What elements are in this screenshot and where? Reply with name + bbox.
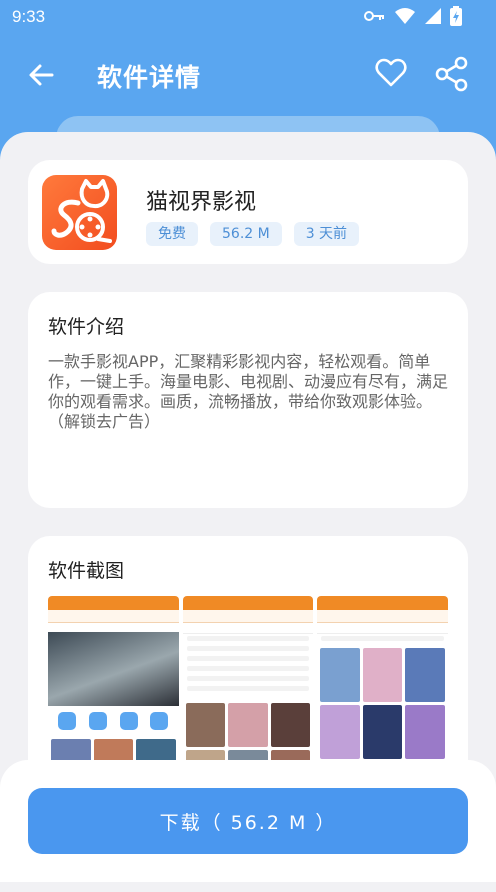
page-title: 软件详情 [97,63,202,92]
screenshot-3[interactable] [317,596,449,776]
cat-film-icon [51,179,112,243]
intro-heading: 软件介绍 [48,316,125,338]
app-info-card: 猫视界影视 免费 56.2 M 3 天前 [28,160,468,264]
battery-icon [450,6,462,26]
heart-icon[interactable] [374,56,408,90]
status-time: 9:33 [12,7,46,26]
app-tags: 免费 56.2 M 3 天前 [146,222,360,246]
intro-card: 软件介绍 一款手影视APP，汇聚精彩影视内容，轻松观看。简单作，一键上手。海量电… [28,292,468,508]
wifi-icon [395,8,415,24]
status-icons [364,6,462,26]
status-bar: 9:33 [0,0,496,34]
size-tag: 56.2 M [210,222,282,246]
toolbar: 软件详情 [0,48,496,104]
app-icon [42,175,117,250]
intro-text: 一款手影视APP，汇聚精彩影视内容，轻松观看。简单作，一键上手。海量电影、电视剧… [48,352,449,431]
app-name: 猫视界影视 [146,190,257,215]
screenshot-1[interactable] [48,596,179,776]
back-arrow-icon[interactable] [24,58,58,92]
updated-tag: 3 天前 [293,222,360,246]
key-icon [364,11,384,21]
share-icon[interactable] [434,56,470,92]
screenshot-2[interactable] [182,596,314,776]
download-button[interactable]: 下载（ 56.2 M ） [28,788,468,854]
price-tag: 免费 [146,222,198,246]
screenshot-gallery[interactable] [48,596,449,776]
signal-icon [425,8,441,24]
screenshots-heading: 软件截图 [48,560,125,582]
